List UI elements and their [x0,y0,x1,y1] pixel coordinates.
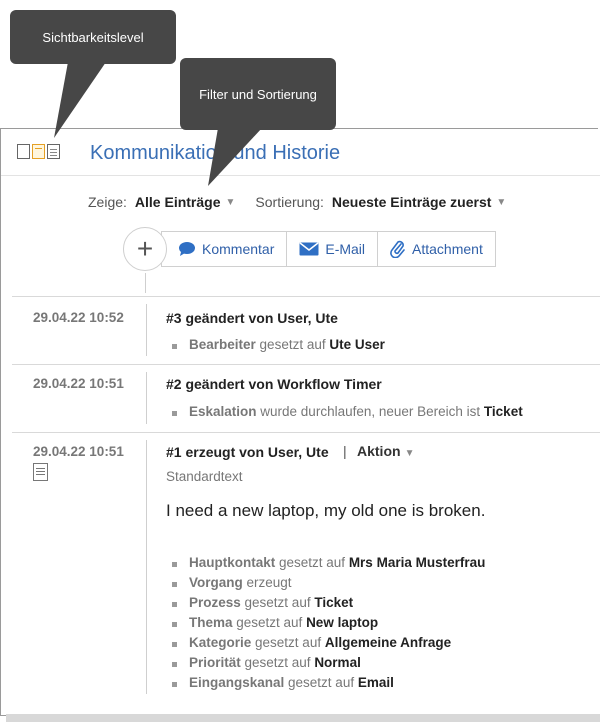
entry-change-item: Eskalation wurde durchlaufen, neuer Bere… [172,404,523,419]
sort-label: Sortierung: [255,194,324,210]
entry-change-item: Priorität gesetzt auf Normal [172,655,361,670]
entry-change-item: Hauptkontakt gesetzt auf Mrs Maria Muste… [171,555,485,570]
email-button-label: E-Mail [325,241,366,257]
visibility-full-icon[interactable] [47,144,60,159]
attachment-button-label: Attachment [412,241,483,257]
entry-date: 29.04.22 10:51 [33,376,124,391]
show-label: Zeige: [88,194,127,210]
header-divider [1,175,600,176]
timeline-connector [145,273,146,293]
paperclip-icon [390,240,405,258]
tooltip-visibility-level: Sichtbarkeitslevel [10,10,176,64]
comment-icon [179,242,195,256]
filter-sort-row: Zeige: Alle Einträge ▼ Sortierung: Neues… [88,194,506,210]
tooltip-filter-arrow [208,128,262,186]
entry-timeline [146,440,147,694]
entry-timeline [146,372,147,424]
chevron-down-icon[interactable]: ▼ [496,197,506,208]
entry-change-item: Vorgang erzeugt [172,575,292,590]
show-filter-dropdown[interactable]: Alle Einträge [135,194,221,210]
entry-subtitle: Standardtext [166,469,243,484]
entry-title: #3 geändert von User, Ute [166,310,338,326]
comment-button[interactable]: Kommentar [162,232,286,266]
entry-divider [12,432,600,433]
document-icon[interactable] [33,463,48,481]
entry-divider [12,296,600,297]
entry-action-dropdown[interactable]: Aktion ▼ [357,443,414,459]
visibility-medium-icon[interactable] [32,144,45,159]
entry-date: 29.04.22 10:51 [33,444,124,459]
add-entry-button[interactable]: + [123,227,167,271]
tooltip-filter-sort: Filter und Sortierung [180,58,336,130]
entry-title: #1 erzeugt von User, Ute [166,444,329,460]
visibility-level-switch[interactable] [17,144,60,159]
chevron-down-icon: ▼ [404,448,415,459]
comment-button-label: Kommentar [202,241,275,257]
entry-title: #2 geändert von Workflow Timer [166,376,382,392]
entry-change-item: Thema gesetzt auf New laptop [171,615,378,630]
action-button-group: Kommentar E-Mail Attachment [161,231,496,267]
envelope-icon [299,242,319,256]
panel-shadow [6,714,600,722]
tooltip-visibility-text: Sichtbarkeitslevel [42,29,144,45]
entry-divider [12,364,600,365]
entry-change-item: Prozess gesetzt auf Ticket [171,595,353,610]
entry-message: I need a new laptop, my old one is broke… [166,501,486,520]
entry-timeline [146,304,147,356]
entry-date: 29.04.22 10:52 [33,310,124,325]
action-bar: + Kommentar E-Mail Attachment [123,227,496,271]
attachment-button[interactable]: Attachment [377,232,495,266]
tooltip-filter-text: Filter und Sortierung [199,86,317,102]
sort-dropdown[interactable]: Neueste Einträge zuerst [332,194,492,210]
chevron-down-icon[interactable]: ▼ [226,197,236,208]
entry-change-item: Kategorie gesetzt auf Allgemeine Anfrage [171,635,451,650]
entry-change-item: Eingangskanal gesetzt auf Email [172,675,394,690]
entry-change-item: Bearbeiter gesetzt auf Ute User [172,337,385,352]
title-separator: | [343,443,347,459]
email-button[interactable]: E-Mail [286,232,377,266]
tooltip-visibility-arrow [54,62,106,138]
visibility-low-icon[interactable] [17,144,30,159]
